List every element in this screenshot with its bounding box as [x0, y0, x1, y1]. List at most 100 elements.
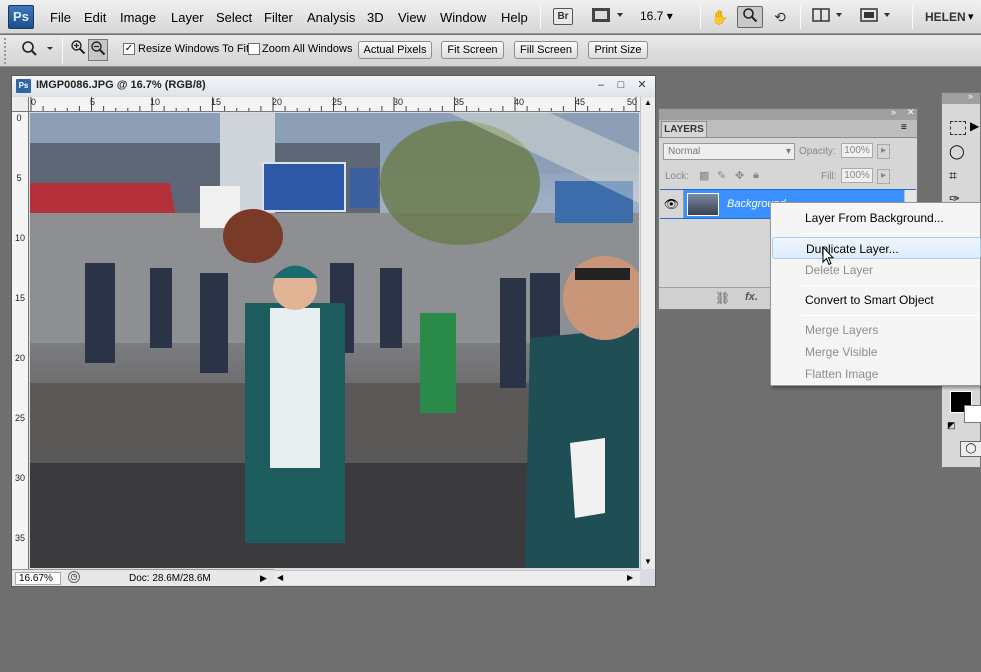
eye-visibility-icon[interactable]: 👁︎	[660, 190, 684, 218]
lasso-tool-icon[interactable]: ◯	[949, 143, 965, 160]
status-info-icon[interactable]: ◷	[68, 571, 80, 583]
fill-slider-arrow-icon[interactable]: ▸	[877, 169, 890, 184]
image-canvas[interactable]	[30, 113, 639, 568]
chevron-down-icon: ▾	[785, 146, 791, 157]
resize-windows-checkbox[interactable]: ✓	[123, 43, 135, 55]
close-icon[interactable]: ✕	[635, 78, 649, 92]
document-window: Ps IMGP0086.JPG @ 16.7% (RGB/8) – □ ✕ 0 …	[11, 75, 656, 587]
zoom-level-value: 16.7	[640, 9, 664, 23]
menu-file[interactable]: File	[50, 10, 71, 25]
scroll-down-icon[interactable]: ▼	[644, 557, 652, 566]
film-strip-icon[interactable]	[590, 6, 626, 28]
menu-separator	[912, 5, 913, 29]
crop-tool-icon[interactable]: ⌗	[949, 167, 957, 184]
vertical-scrollbar[interactable]: ▲ ▼	[640, 97, 655, 569]
ruler-label: 35	[454, 97, 465, 107]
minimize-icon[interactable]: –	[594, 78, 608, 92]
zoom-preset-icon[interactable]	[18, 39, 58, 61]
bridge-icon[interactable]: Br	[553, 8, 573, 25]
opacity-field[interactable]: 100%	[841, 143, 873, 158]
ruler-label: 25	[15, 413, 26, 423]
menu-bar: Ps File Edit Image Layer Select Filter A…	[0, 0, 981, 34]
menu-edit[interactable]: Edit	[84, 10, 106, 25]
scroll-up-icon[interactable]: ▲	[644, 98, 652, 107]
lock-transparency-icon[interactable]: ▩	[699, 169, 709, 182]
zoom-all-windows-label[interactable]: Zoom All Windows	[262, 43, 352, 55]
arrange-documents-icon[interactable]	[810, 6, 848, 28]
opacity-label: Opacity:	[799, 146, 836, 157]
tools-panel-header[interactable]: »	[942, 91, 980, 104]
menu-image[interactable]: Image	[120, 10, 156, 25]
quick-mask-icon[interactable]: ◯	[960, 441, 981, 457]
fx-icon[interactable]: fx.	[745, 291, 758, 303]
menu-item-merge-layers[interactable]: Merge Layers	[772, 319, 981, 341]
fill-screen-button[interactable]: Fill Screen	[514, 41, 578, 59]
blend-mode-select[interactable]: Normal ▾	[663, 143, 795, 160]
print-size-button[interactable]: Print Size	[588, 41, 648, 59]
zoom-percentage-field[interactable]: 16.67%	[15, 572, 61, 585]
collapse-panel-icon[interactable]: »	[891, 107, 896, 117]
options-bar: ✓ Resize Windows To Fit Zoom All Windows…	[0, 35, 981, 67]
menu-item-layer-from-background[interactable]: Layer From Background...	[772, 207, 981, 229]
horizontal-scrollbar[interactable]: ◀ ▶	[274, 570, 640, 585]
actual-pixels-button[interactable]: Actual Pixels	[358, 41, 432, 59]
panel-header-bar[interactable]: » ✕	[659, 107, 917, 120]
menu-item-merge-visible[interactable]: Merge Visible	[772, 341, 981, 363]
lock-position-icon[interactable]: ✥	[735, 169, 744, 182]
photoshop-logo[interactable]: Ps	[8, 5, 34, 29]
ruler-vertical[interactable]: 0 5 10 15 20 25 30 35	[12, 112, 29, 569]
tab-layers[interactable]: LAYERS	[661, 121, 707, 137]
zoom-level-select[interactable]: 16.7 ▾	[640, 9, 692, 23]
menu-window[interactable]: Window	[440, 10, 486, 25]
hand-tool-icon[interactable]: ✋	[708, 6, 732, 28]
layer-thumbnail[interactable]	[687, 193, 719, 216]
link-icon[interactable]: ⛓︎	[715, 291, 730, 305]
background-color-swatch[interactable]	[964, 405, 981, 423]
lock-all-icon[interactable]: 🔒︎	[753, 169, 759, 182]
fill-field[interactable]: 100%	[841, 168, 873, 183]
rotate-view-icon[interactable]: ⟲	[768, 6, 792, 28]
document-titlebar[interactable]: Ps IMGP0086.JPG @ 16.7% (RGB/8) – □ ✕	[12, 76, 655, 96]
lock-image-icon[interactable]: ✎	[717, 169, 726, 182]
menu-separator	[801, 285, 979, 286]
scroll-right-icon[interactable]: ▶	[627, 573, 633, 582]
zoom-all-windows-checkbox[interactable]	[248, 43, 260, 55]
menu-item-flatten-image[interactable]: Flatten Image	[772, 363, 981, 385]
chevron-down-icon[interactable]: ▾	[968, 10, 974, 23]
grip-handle[interactable]	[4, 38, 6, 64]
menu-item-delete-layer[interactable]: Delete Layer	[772, 259, 981, 281]
zoom-in-icon[interactable]	[68, 39, 88, 61]
ruler-corner[interactable]	[12, 97, 29, 112]
panel-menu-icon[interactable]: ≡	[901, 122, 907, 133]
ruler-label: 15	[211, 97, 222, 107]
menu-item-convert-to-smart-object[interactable]: Convert to Smart Object	[772, 289, 981, 311]
opacity-slider-arrow-icon[interactable]: ▸	[877, 144, 890, 159]
zoom-tool-icon[interactable]	[737, 6, 763, 28]
menu-select[interactable]: Select	[216, 10, 252, 25]
menu-separator	[540, 5, 541, 29]
menu-3d[interactable]: 3D	[367, 10, 384, 25]
blend-mode-value: Normal	[668, 146, 701, 157]
menu-layer[interactable]: Layer	[171, 10, 204, 25]
default-colors-icon[interactable]: ◩	[947, 420, 956, 431]
ruler-label: 10	[150, 97, 161, 107]
menu-help[interactable]: Help	[501, 10, 528, 25]
status-menu-arrow-icon[interactable]: ▶	[260, 573, 267, 584]
workspace-name[interactable]: HELEN	[925, 10, 966, 24]
maximize-icon[interactable]: □	[614, 78, 628, 92]
ruler-horizontal[interactable]: 0 5 10 15 20 25 30 35 40 45 50	[29, 97, 640, 112]
fit-screen-button[interactable]: Fit Screen	[441, 41, 504, 59]
resize-windows-label[interactable]: Resize Windows To Fit	[138, 43, 249, 55]
ruler-label: 0	[16, 113, 22, 123]
close-panel-icon[interactable]: ✕	[907, 107, 915, 118]
move-tool-icon[interactable]: ▶	[970, 119, 979, 133]
expand-panel-icon[interactable]: »	[968, 91, 973, 101]
scroll-left-icon[interactable]: ◀	[277, 573, 283, 582]
menu-item-duplicate-layer[interactable]: Duplicate Layer...	[772, 237, 981, 259]
menu-filter[interactable]: Filter	[264, 10, 293, 25]
marquee-tool-icon[interactable]	[950, 121, 966, 135]
menu-view[interactable]: View	[398, 10, 426, 25]
screen-mode-icon[interactable]	[858, 6, 896, 28]
menu-analysis[interactable]: Analysis	[307, 10, 355, 25]
zoom-out-icon[interactable]	[88, 39, 108, 61]
